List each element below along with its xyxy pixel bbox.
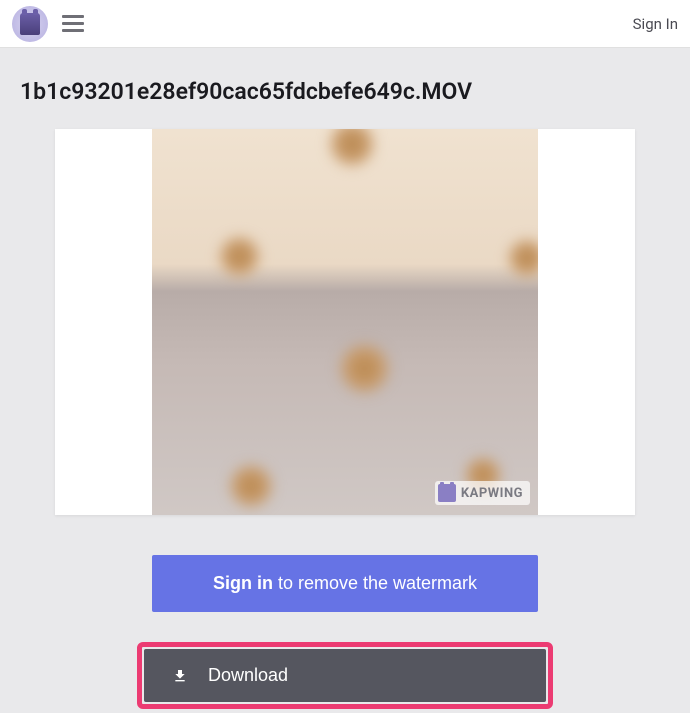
- header-left: [12, 6, 88, 42]
- blur-spot: [506, 237, 538, 279]
- download-label: Download: [208, 665, 288, 686]
- blur-spot: [337, 341, 392, 396]
- main-content: 1b1c93201e28ef90cac65fdcbefe649c.MOV KAP…: [0, 48, 690, 709]
- hamburger-icon: [62, 29, 84, 32]
- sign-in-link[interactable]: Sign In: [633, 15, 678, 33]
- signin-regular-text: to remove the watermark: [273, 573, 477, 593]
- download-button[interactable]: Download: [144, 649, 546, 702]
- blur-spot: [227, 462, 275, 510]
- download-highlight-wrapper: Download: [137, 642, 553, 709]
- blur-spot: [327, 129, 377, 169]
- watermark-text: KAPWING: [461, 486, 523, 501]
- video-preview[interactable]: KAPWING: [152, 129, 538, 515]
- download-icon: [172, 668, 188, 684]
- signin-remove-watermark-button[interactable]: Sign in to remove the watermark: [152, 555, 538, 612]
- kapwing-icon: [438, 484, 456, 502]
- video-container: KAPWING: [55, 129, 635, 515]
- buttons-area: Sign in to remove the watermark Download: [55, 555, 635, 709]
- hamburger-icon: [62, 22, 84, 25]
- blur-spot: [217, 234, 262, 279]
- hamburger-menu[interactable]: [58, 11, 88, 36]
- header: Sign In: [0, 0, 690, 48]
- page-title: 1b1c93201e28ef90cac65fdcbefe649c.MOV: [20, 78, 670, 105]
- app-logo[interactable]: [12, 6, 48, 42]
- cat-icon: [20, 13, 40, 35]
- watermark: KAPWING: [435, 481, 530, 505]
- hamburger-icon: [62, 15, 84, 18]
- signin-bold-text: Sign in: [213, 573, 273, 593]
